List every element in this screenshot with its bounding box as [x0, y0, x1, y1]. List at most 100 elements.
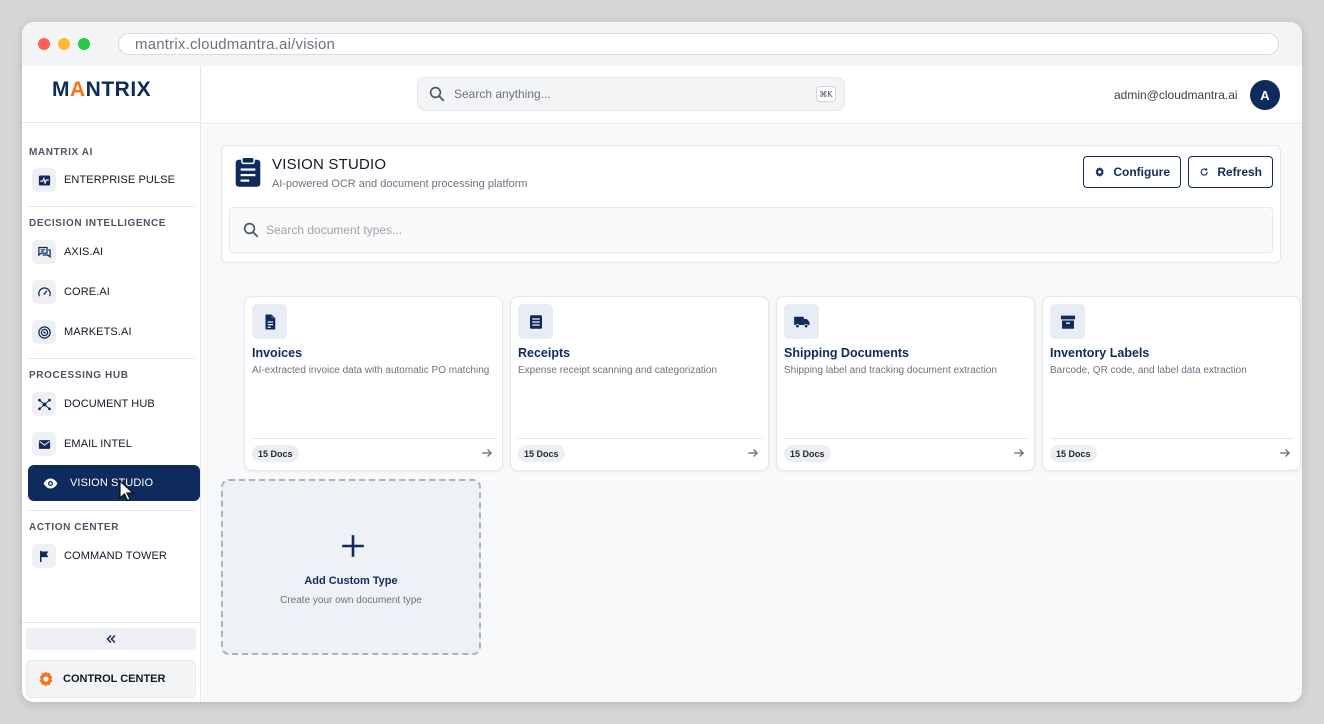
- doc-type-card-shipping-documents[interactable]: Shipping Documents Shipping label and tr…: [776, 296, 1035, 471]
- page-subtitle: AI-powered OCR and document processing p…: [272, 178, 528, 190]
- section-label-action-center: ACTION CENTER: [29, 522, 120, 533]
- sidebar-item-vision-studio[interactable]: VISION STUDIO: [28, 465, 200, 501]
- card-title: Shipping Documents: [784, 346, 909, 360]
- card-title: Inventory Labels: [1050, 346, 1150, 360]
- global-search-input[interactable]: Search anything... ⌘K: [417, 77, 845, 111]
- sidebar-item-label: ENTERPRISE PULSE: [64, 174, 176, 186]
- section-label-mantrix-ai: MANTRIX AI: [29, 147, 93, 158]
- target-icon: [32, 320, 56, 344]
- logo-text-accent: A: [70, 78, 86, 101]
- page-title: VISION STUDIO: [272, 156, 387, 173]
- search-icon: [243, 222, 259, 238]
- sidebar-item-enterprise-pulse[interactable]: ENTERPRISE PULSE: [28, 162, 200, 198]
- maximize-window-button[interactable]: [78, 38, 90, 50]
- document-type-search-placeholder: Search document types...: [266, 223, 403, 237]
- configure-button[interactable]: Configure: [1083, 156, 1181, 188]
- hub-icon: [32, 392, 56, 416]
- sidebar-item-axis-ai[interactable]: AXIS.AI: [28, 234, 200, 270]
- mail-icon: [32, 432, 56, 456]
- add-custom-type-title: Add Custom Type: [304, 575, 398, 587]
- address-bar[interactable]: mantrix.cloudmantra.ai/vision: [118, 33, 1279, 55]
- gear-icon: [37, 670, 55, 688]
- minimize-window-button[interactable]: [58, 38, 70, 50]
- eye-icon: [38, 471, 62, 495]
- configure-button-label: Configure: [1113, 165, 1170, 179]
- card-description: Barcode, QR code, and label data extract…: [1050, 365, 1247, 376]
- user-avatar[interactable]: A: [1250, 80, 1280, 110]
- refresh-icon: [1200, 167, 1208, 176]
- logo-text-m: M: [52, 78, 70, 101]
- vision-studio-header-card: VISION STUDIO AI-powered OCR and documen…: [221, 145, 1281, 263]
- sidebar-item-label: CORE.AI: [64, 286, 110, 298]
- receipt-icon: [518, 304, 553, 339]
- sidebar-item-label: DOCUMENT HUB: [64, 398, 155, 410]
- mouse-cursor-icon: [119, 480, 135, 502]
- sidebar-item-label: AXIS.AI: [64, 246, 104, 258]
- sidebar-item-core-ai[interactable]: CORE.AI: [28, 274, 200, 310]
- chat-icon: [32, 240, 56, 264]
- doc-type-card-inventory-labels[interactable]: Inventory Labels Barcode, QR code, and l…: [1042, 296, 1301, 471]
- doc-type-card-invoices[interactable]: Invoices AI-extracted invoice data with …: [244, 296, 503, 471]
- sidebar-divider: [28, 510, 194, 511]
- refresh-button-label: Refresh: [1217, 165, 1262, 179]
- window-controls: [38, 38, 90, 50]
- top-bar: Search anything... ⌘K admin@cloudmantra.…: [202, 66, 1302, 124]
- add-custom-type-card[interactable]: Add Custom Type Create your own document…: [221, 479, 481, 655]
- refresh-button[interactable]: Refresh: [1188, 156, 1273, 188]
- pulse-icon: [32, 168, 56, 192]
- sidebar-item-label: EMAIL INTEL: [64, 438, 132, 450]
- close-window-button[interactable]: [38, 38, 50, 50]
- sidebar-item-email-intel[interactable]: EMAIL INTEL: [28, 426, 200, 462]
- collapse-sidebar-button[interactable]: [26, 628, 196, 650]
- global-search-placeholder: Search anything...: [454, 87, 551, 101]
- sidebar-item-label: VISION STUDIO: [70, 477, 154, 489]
- doc-count-badge: 15 Docs: [784, 445, 831, 462]
- plus-icon: [342, 535, 364, 557]
- sidebar-divider: [28, 358, 194, 359]
- card-description: Shipping label and tracking document ext…: [784, 365, 997, 376]
- gauge-icon: [32, 280, 56, 304]
- add-custom-type-description: Create your own document type: [280, 595, 422, 606]
- card-description: Expense receipt scanning and categorizat…: [518, 365, 718, 376]
- card-title: Receipts: [518, 346, 571, 360]
- flag-icon: [32, 544, 56, 568]
- card-divider: [1050, 438, 1294, 439]
- card-description: AI-extracted invoice data with automatic…: [252, 365, 490, 376]
- sidebar-item-markets-ai[interactable]: MARKETS.AI: [28, 314, 200, 350]
- section-label-processing-hub: PROCESSING HUB: [29, 370, 129, 381]
- archive-icon: [1050, 304, 1085, 339]
- keyboard-shortcut-badge: ⌘K: [816, 86, 836, 102]
- gear-icon: [1095, 167, 1104, 177]
- user-email: admin@cloudmantra.ai: [1114, 88, 1238, 102]
- doc-count-badge: 15 Docs: [518, 445, 565, 462]
- mantrix-logo[interactable]: M A NTRIX: [52, 78, 151, 102]
- card-divider: [252, 438, 496, 439]
- browser-titlebar: mantrix.cloudmantra.ai/vision: [22, 22, 1302, 66]
- card-divider: [784, 438, 1028, 439]
- main-content: VISION STUDIO AI-powered OCR and documen…: [202, 125, 1302, 702]
- document-type-search-input[interactable]: Search document types...: [229, 207, 1273, 253]
- arrow-right-icon: [482, 449, 493, 457]
- search-icon: [429, 86, 445, 102]
- card-divider: [518, 438, 762, 439]
- sidebar-divider: [22, 622, 201, 623]
- truck-icon: [784, 304, 819, 339]
- arrow-right-icon: [748, 449, 759, 457]
- doc-type-card-receipts[interactable]: Receipts Expense receipt scanning and ca…: [510, 296, 769, 471]
- card-title: Invoices: [252, 346, 303, 360]
- double-chevron-left-icon: [106, 634, 116, 644]
- sidebar-item-label: COMMAND TOWER: [64, 550, 167, 562]
- section-label-decision-intelligence: DECISION INTELLIGENCE: [29, 218, 167, 229]
- clipboard-icon: [232, 156, 264, 188]
- control-center-label: CONTROL CENTER: [63, 673, 166, 685]
- sidebar-item-command-tower[interactable]: COMMAND TOWER: [28, 538, 200, 574]
- arrow-right-icon: [1014, 449, 1025, 457]
- logo-text-rest: NTRIX: [85, 78, 152, 101]
- doc-count-badge: 15 Docs: [252, 445, 299, 462]
- browser-window: mantrix.cloudmantra.ai/vision M A NTRIX MA…: [22, 22, 1302, 702]
- sidebar: M A NTRIX MANTRIX AI ENTERPRISE PULSE DECI…: [22, 66, 201, 702]
- control-center-button[interactable]: CONTROL CENTER: [26, 660, 196, 698]
- sidebar-item-document-hub[interactable]: DOCUMENT HUB: [28, 386, 200, 422]
- document-icon: [252, 304, 287, 339]
- doc-count-badge: 15 Docs: [1050, 445, 1097, 462]
